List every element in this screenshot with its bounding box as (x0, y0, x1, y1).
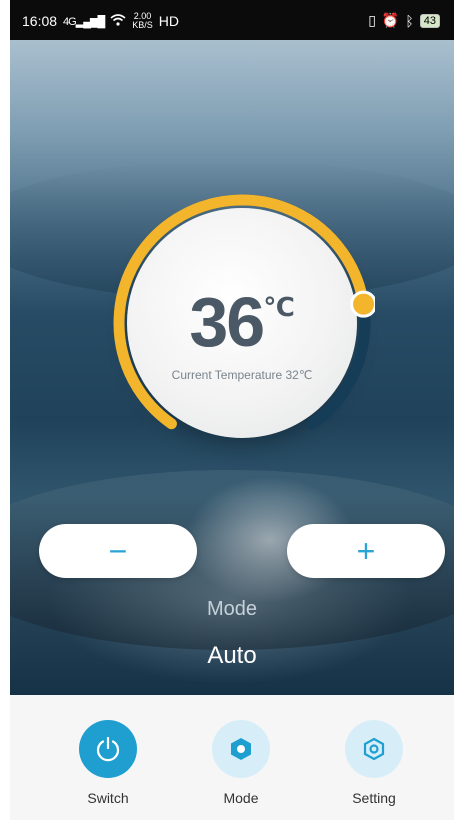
battery-indicator: 43 (419, 13, 440, 28)
app-screen: 16:08 4G▂▄▆█ 2.00 KB/S HD ▯ ⏰ ᛒ 43 36℃ C… (10, 0, 454, 820)
temperature-dial[interactable]: 36℃ Current Temperature 32℃ (109, 190, 375, 450)
plus-icon: + (356, 532, 376, 569)
tab-setting[interactable]: Setting (324, 720, 424, 806)
mode-value: Auto (207, 642, 257, 669)
power-icon[interactable] (79, 720, 137, 778)
vibrate-icon: ▯ (368, 12, 376, 28)
set-temperature-value: 36 (189, 283, 265, 361)
tab-switch-label: Switch (87, 790, 129, 806)
status-left: 16:08 4G▂▄▆█ 2.00 KB/S HD (22, 12, 179, 30)
current-temperature: Current Temperature 32℃ (171, 368, 313, 382)
hexagon-icon[interactable] (212, 720, 270, 778)
alarm-icon: ⏰ (381, 12, 400, 28)
hd-indicator: HD (158, 13, 179, 29)
mode-label: Mode (206, 598, 258, 620)
status-right: ▯ ⏰ ᛒ 43 (368, 12, 440, 29)
temperature-unit: ℃ (263, 292, 295, 322)
bluetooth-icon: ᛒ (405, 12, 414, 29)
settings-hexagon-icon[interactable] (345, 720, 403, 778)
signal-label: 4G (63, 15, 77, 28)
net-speed: 2.00 KB/S (132, 12, 153, 30)
decrease-button[interactable]: − (39, 524, 197, 578)
set-temperature: 36℃ (109, 282, 375, 362)
net-speed-unit: KB/S (132, 20, 153, 30)
tab-switch[interactable]: Switch (58, 720, 158, 806)
status-bar: 16:08 4G▂▄▆█ 2.00 KB/S HD ▯ ⏰ ᛒ 43 (10, 0, 454, 40)
signal-icon: 4G▂▄▆█ (63, 15, 105, 28)
minus-icon: − (108, 532, 128, 569)
increase-button[interactable]: + (287, 524, 445, 578)
tab-mode-label: Mode (223, 790, 259, 806)
wifi-icon (110, 13, 126, 29)
status-time: 16:08 (22, 13, 58, 29)
tab-mode[interactable]: Mode (191, 720, 291, 806)
tab-setting-label: Setting (352, 790, 396, 806)
